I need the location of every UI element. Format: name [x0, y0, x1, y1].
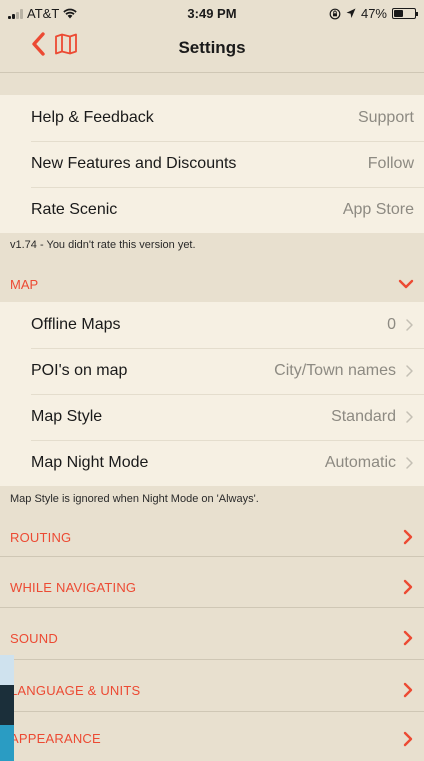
status-bar: AT&T 3:49 PM 47% [0, 0, 424, 24]
chevron-right-icon [406, 411, 413, 423]
row-value: Follow [367, 155, 414, 172]
row-map-night-mode[interactable]: Map Night Mode Automatic [0, 440, 424, 486]
section-label: LANGUAGE & UNITS [10, 682, 141, 698]
section-label: WHILE NAVIGATING [10, 579, 137, 595]
section-divider [0, 659, 424, 660]
section-divider [0, 556, 424, 557]
row-map-style[interactable]: Map Style Standard [0, 394, 424, 440]
chevron-right-icon [406, 457, 413, 469]
section-header-while-navigating[interactable]: WHILE NAVIGATING [0, 561, 424, 613]
row-new-features[interactable]: New Features and Discounts Follow [0, 141, 424, 187]
version-footnote: v1.74 - You didn't rate this version yet… [10, 239, 196, 251]
map-settings-group: Offline Maps 0 POI's on map City/Town na… [0, 302, 424, 486]
status-right: 47% [329, 6, 418, 21]
nav-bar: Settings [0, 24, 424, 72]
section-label: SOUND [10, 630, 58, 646]
row-value: Standard [331, 408, 396, 425]
chevron-right-icon [403, 682, 413, 698]
row-offline-maps[interactable]: Offline Maps 0 [0, 302, 424, 348]
section-header-language-units[interactable]: LANGUAGE & UNITS [0, 664, 424, 716]
orientation-lock-icon [329, 8, 341, 19]
location-arrow-icon [346, 8, 356, 18]
row-label: Help & Feedback [31, 109, 154, 126]
section-header-appearance[interactable]: APPEARANCE [0, 716, 424, 761]
section-header-map[interactable]: MAP [0, 266, 424, 302]
row-label: New Features and Discounts [31, 155, 237, 172]
nav-divider [0, 72, 424, 73]
section-label: APPEARANCE [10, 731, 101, 746]
section-divider [0, 711, 424, 712]
row-help-feedback[interactable]: Help & Feedback Support [0, 95, 424, 141]
map-style-footnote: Map Style is ignored when Night Mode on … [10, 493, 259, 505]
row-value: City/Town names [274, 362, 396, 379]
chevron-right-icon [403, 731, 413, 746]
section-divider [0, 607, 424, 608]
battery-percent: 47% [360, 6, 387, 21]
chevron-right-icon [403, 529, 413, 545]
row-label: Rate Scenic [31, 201, 118, 218]
section-header-sound[interactable]: SOUND [0, 612, 424, 664]
row-label: Map Night Mode [31, 454, 149, 471]
chevron-down-icon [398, 279, 414, 289]
chevron-right-icon [403, 630, 413, 646]
row-value: Automatic [324, 454, 396, 471]
row-rate-scenic[interactable]: Rate Scenic App Store [0, 187, 424, 233]
section-label: MAP [10, 276, 39, 292]
general-settings-group: Help & Feedback Support New Features and… [0, 95, 424, 233]
settings-screen: AT&T 3:49 PM 47% Settings Help & Feedbac… [0, 0, 424, 761]
row-value: App Store [342, 201, 414, 218]
chevron-right-icon [406, 319, 413, 331]
row-label: POI's on map [31, 362, 128, 379]
row-poi-on-map[interactable]: POI's on map City/Town names [0, 348, 424, 394]
section-label: ROUTING [10, 529, 72, 545]
chevron-right-icon [406, 365, 413, 377]
battery-icon [392, 8, 418, 19]
row-label: Offline Maps [31, 316, 121, 333]
row-label: Map Style [31, 408, 103, 425]
chevron-right-icon [403, 579, 413, 595]
row-value: Support [357, 109, 414, 126]
background-photo [0, 655, 14, 761]
row-value: 0 [387, 316, 396, 333]
page-title: Settings [178, 38, 246, 57]
